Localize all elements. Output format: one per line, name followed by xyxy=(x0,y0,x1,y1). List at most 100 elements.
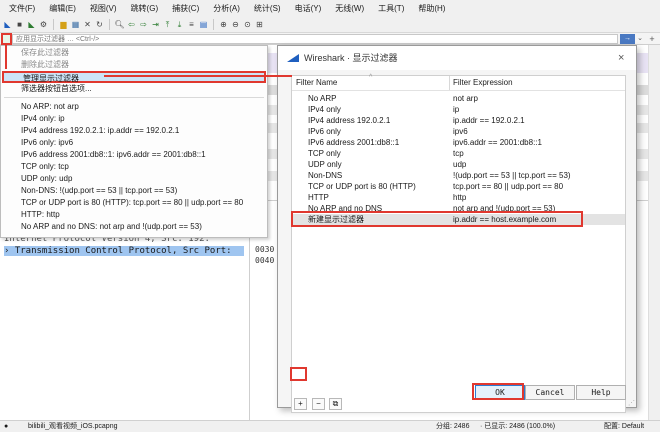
last-packet-icon[interactable]: ⤓ xyxy=(174,19,185,30)
first-packet-icon[interactable]: ⤒ xyxy=(162,19,173,30)
resize-columns-icon[interactable]: ⊞ xyxy=(254,19,265,30)
menu-item[interactable]: 电话(Y) xyxy=(288,0,329,17)
filter-row[interactable]: UDP only udp xyxy=(292,159,625,170)
filter-bookmark-menu: 保存此过滤器 删除此过滤器 管理显示过滤器 筛选器按钮首选项... No ARP… xyxy=(0,45,268,238)
autoscroll-icon[interactable]: ≡ xyxy=(186,19,197,30)
menu-item[interactable]: 帮助(H) xyxy=(411,0,452,17)
menu-item[interactable]: 工具(T) xyxy=(371,0,411,17)
filter-row[interactable]: IPv4 address 192.0.2.1 ip.addr == 192.0.2… xyxy=(292,115,625,126)
wireshark-logo-icon xyxy=(287,54,299,62)
filters-table[interactable]: Filter Name ^ Filter Expression No ARP no… xyxy=(291,74,626,413)
forward-arrow-icon[interactable]: ⇨ xyxy=(138,19,149,30)
filter-row[interactable]: IPv4 only ip xyxy=(292,104,625,115)
close-icon[interactable]: × xyxy=(618,46,624,70)
zoom-reset-icon[interactable]: ⊙ xyxy=(242,19,253,30)
filter-expression: ip.addr == 192.0.2.1 xyxy=(453,116,525,125)
byte-offset: 0040 xyxy=(255,256,275,265)
apply-filter-button[interactable]: → xyxy=(620,34,635,44)
column-header-filter-expression[interactable]: Filter Expression xyxy=(453,76,513,90)
menu-item[interactable]: 编辑(E) xyxy=(42,0,83,17)
copy-filter-button[interactable]: ⧉ xyxy=(329,398,342,410)
zoom-in-icon[interactable]: ⊕ xyxy=(218,19,229,30)
menu-item-saved-filter[interactable]: UDP only: udp xyxy=(21,174,72,184)
filter-name: TCP only xyxy=(308,149,341,158)
byte-offset: 0030 xyxy=(255,245,275,254)
menu-item-saved-filter[interactable]: IPv6 address 2001:db8::1: ipv6.addr == 2… xyxy=(21,150,206,160)
filter-expression: tcp.port == 80 || udp.port == 80 xyxy=(453,182,564,191)
colorize-icon[interactable]: ▤ xyxy=(198,19,209,30)
menu-item-saved-filter[interactable]: TCP only: tcp xyxy=(21,162,69,172)
menu-item-saved-filter[interactable]: IPv4 only: ip xyxy=(21,114,65,124)
toolbar-separator xyxy=(213,19,214,30)
filter-name: HTTP xyxy=(308,193,329,202)
filter-row[interactable]: IPv6 address 2001:db8::1 ipv6.addr == 200… xyxy=(292,137,625,148)
filter-name: UDP only xyxy=(308,160,342,169)
filter-row[interactable]: TCP only tcp xyxy=(292,148,625,159)
back-arrow-icon[interactable]: ⇦ xyxy=(126,19,137,30)
status-profile[interactable]: 配置: Default xyxy=(604,421,644,432)
annotation-line-horizontal xyxy=(104,75,292,77)
resize-grip-icon[interactable]: ⋰ xyxy=(628,399,635,407)
chevron-down-icon[interactable]: ⌄ xyxy=(636,34,644,44)
remove-filter-button[interactable]: − xyxy=(312,398,325,410)
expand-arrow-icon[interactable]: › xyxy=(4,246,15,256)
restart-icon[interactable]: ◣ xyxy=(26,19,37,30)
goto-packet-icon[interactable]: ⇥ xyxy=(150,19,161,30)
menu-item-saved-filter[interactable]: HTTP: http xyxy=(21,210,60,220)
filter-expression: !(udp.port == 53 || tcp.port == 53) xyxy=(453,171,571,180)
menu-item-saved-filter[interactable]: No ARP: not arp xyxy=(21,102,79,112)
menu-item[interactable]: 视图(V) xyxy=(83,0,124,17)
open-folder-icon[interactable]: ▆ xyxy=(58,19,69,30)
detail-line-tcp[interactable]: › Transmission Control Protocol, Src Por… xyxy=(4,246,244,256)
sort-caret-icon: ^ xyxy=(369,74,373,81)
menu-item-saved-filter[interactable]: IPv6 only: ipv6 xyxy=(21,138,73,148)
stop-icon[interactable]: ■ xyxy=(14,19,25,30)
annotation-ok-button-box xyxy=(472,383,524,400)
menu-item-delete-filter[interactable]: 删除此过滤器 xyxy=(21,60,69,70)
status-ready-icon[interactable]: ● xyxy=(4,421,8,432)
save-icon[interactable]: ▦ xyxy=(70,19,81,30)
zoom-out-icon[interactable]: ⊖ xyxy=(230,19,241,30)
header-divider xyxy=(292,90,625,91)
annotation-bookmark-box xyxy=(1,33,12,45)
column-header-filter-name[interactable]: Filter Name xyxy=(296,76,337,90)
menu-item-save-filter[interactable]: 保存此过滤器 xyxy=(21,48,69,58)
filter-row[interactable]: No ARP not arp xyxy=(292,93,625,104)
menu-item-filter-button-prefs[interactable]: 筛选器按钮首选项... xyxy=(21,84,92,94)
filter-row[interactable]: TCP or UDP port is 80 (HTTP) tcp.port == … xyxy=(292,181,625,192)
status-file-name: bilibili_观看视频_iOS.pcapng xyxy=(28,423,118,430)
display-filter-input[interactable]: 应用显示过滤器 … <Ctrl-/> xyxy=(12,34,618,44)
menu-item-saved-filter[interactable]: No ARP and no DNS: not arp and !(udp.por… xyxy=(21,222,202,232)
filter-row[interactable]: HTTP http xyxy=(292,192,625,203)
add-filter-button[interactable]: + xyxy=(646,34,658,44)
menu-item-saved-filter[interactable]: Non-DNS: !(udp.port == 53 || tcp.port ==… xyxy=(21,186,177,196)
filter-expression: udp xyxy=(453,160,467,169)
filter-row[interactable]: IPv6 only ipv6 xyxy=(292,126,625,137)
vertical-scrollbar[interactable] xyxy=(648,45,660,420)
help-button[interactable]: Help xyxy=(576,385,626,400)
find-icon[interactable]: 🔍︎ xyxy=(114,19,125,30)
options-gear-icon[interactable]: ⚙ xyxy=(38,19,49,30)
menu-item[interactable]: 跳转(G) xyxy=(124,0,166,17)
column-divider xyxy=(449,76,450,90)
menu-item[interactable]: 文件(F) xyxy=(2,0,42,17)
menu-item[interactable]: 分析(A) xyxy=(206,0,247,17)
cancel-button[interactable]: Cancel xyxy=(525,385,575,400)
menu-item[interactable]: 捕获(C) xyxy=(165,0,206,17)
menu-item-saved-filter[interactable]: IPv4 address 192.0.2.1: ip.addr == 192.0… xyxy=(21,126,179,136)
menu-item-saved-filter[interactable]: TCP or UDP port is 80 (HTTP): tcp.port =… xyxy=(21,198,243,208)
filter-name: IPv4 only xyxy=(308,105,341,114)
menu-item[interactable]: 无线(W) xyxy=(328,0,371,17)
menu-item[interactable]: 统计(S) xyxy=(247,0,288,17)
filter-expression: ip xyxy=(453,105,460,114)
main-toolbar: ◣ ■ ◣ ⚙ ▆ ▦ ✕ ↻ 🔍︎ ⇦ ⇨ ⇥ ⤒ ⤓ ≡ ▤ ⊕ ⊖ ⊙ ⊞ xyxy=(0,17,660,33)
filter-row[interactable]: Non-DNS !(udp.port == 53 || tcp.port == 5… xyxy=(292,170,625,181)
status-bar: ● bilibili_观看视频_iOS.pcapng 分组: 2486 · 已显… xyxy=(0,420,660,432)
toolbar-separator xyxy=(109,19,110,30)
close-file-icon[interactable]: ✕ xyxy=(82,19,93,30)
shark-fin-icon[interactable]: ◣ xyxy=(2,19,13,30)
reload-icon[interactable]: ↻ xyxy=(94,19,105,30)
add-filter-button[interactable]: + xyxy=(294,398,307,410)
filter-expression: http xyxy=(453,193,467,202)
menu-item-manage-display-filters[interactable]: 管理显示过滤器 xyxy=(2,71,266,83)
